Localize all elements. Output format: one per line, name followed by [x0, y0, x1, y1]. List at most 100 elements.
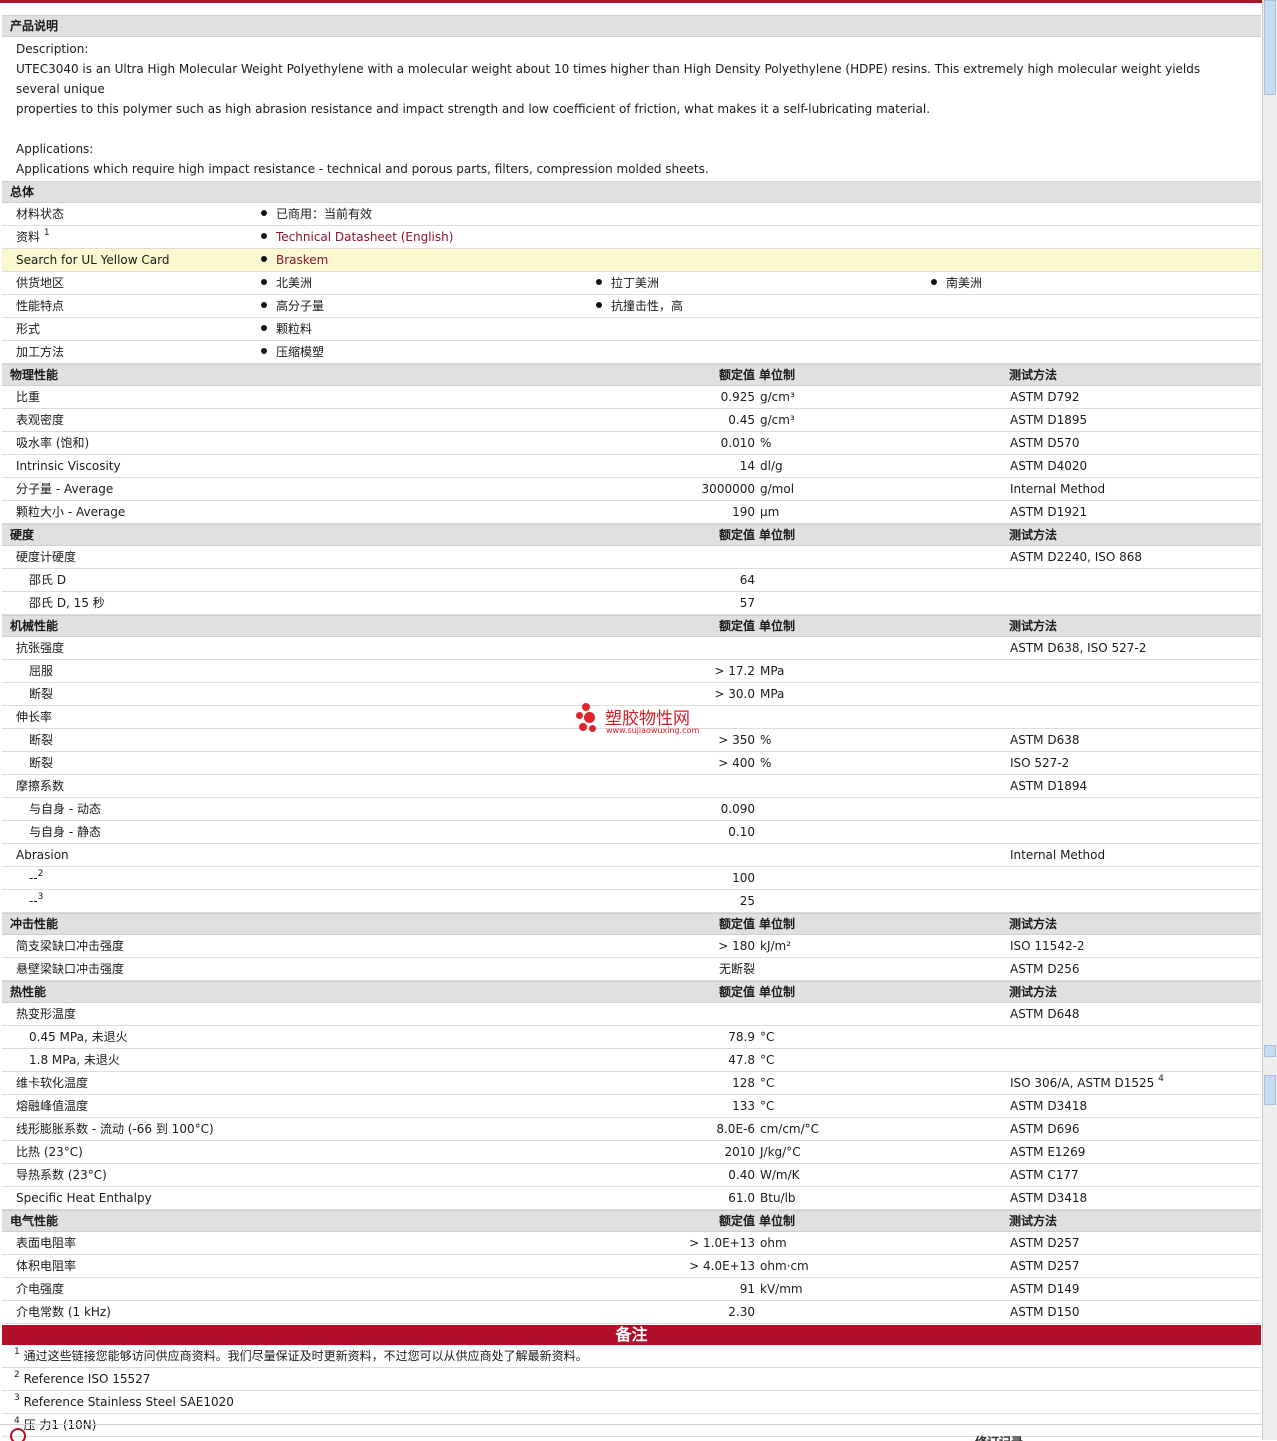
watermark-dots-icon — [576, 703, 604, 735]
test-method: Internal Method — [1010, 844, 1105, 866]
property-name-text: 0.45 MPa, 未退火 — [29, 1030, 128, 1044]
property-label: 材料状态 — [16, 203, 64, 225]
scrollbar-mark — [1264, 1045, 1276, 1057]
property-unit: % — [760, 436, 772, 450]
column-header-value: 额定值 — [718, 368, 755, 382]
property-name: 体积电阻率 — [16, 1255, 76, 1277]
property-unit: °C — [760, 1053, 775, 1067]
property-row: 表面电阻率 > 1.0E+13 ohm ASTM D257 — [2, 1232, 1261, 1255]
general-value-text: 北美洲 — [276, 276, 313, 290]
property-row: 与自身 - 静态 0.10 — [2, 821, 1261, 844]
property-label: 资料 1 — [16, 226, 50, 248]
section-header: 热性能 额定值 单位制 测试方法 — [2, 981, 1261, 1003]
test-method: ASTM D638 — [1010, 729, 1079, 751]
description-line: Description: — [16, 42, 89, 56]
general-value-text: 抗撞击性，高 — [611, 299, 684, 313]
property-label-text: 供货地区 — [16, 276, 65, 290]
general-value-text: 已商用：当前有效 — [276, 207, 373, 221]
property-row: Abrasion Internal Method — [2, 844, 1261, 867]
property-name-text: 邵氏 D, 15 秒 — [29, 596, 105, 610]
general-value[interactable]: Braskem — [261, 249, 328, 271]
property-unit: µm — [760, 505, 780, 519]
vertical-scrollbar[interactable] — [1263, 0, 1277, 1440]
property-name: 介电强度 — [16, 1278, 64, 1300]
test-method-text: ASTM D696 — [1010, 1122, 1080, 1136]
property-name: 与自身 - 动态 — [29, 798, 101, 820]
scrollbar-thumb[interactable] — [1264, 1075, 1276, 1105]
property-name: 颗粒大小 - Average — [16, 501, 125, 523]
test-method: ASTM D257 — [1010, 1255, 1079, 1277]
property-value: 2.30 — [728, 1305, 755, 1319]
general-link[interactable]: Braskem — [276, 253, 328, 267]
test-method: ASTM D638, ISO 527-2 — [1010, 637, 1146, 659]
property-name: --3 — [29, 890, 43, 912]
test-method: Internal Method — [1010, 478, 1105, 500]
property-row: 熔融峰值温度 133 °C ASTM D3418 — [2, 1095, 1261, 1118]
property-row: --3 25 — [2, 890, 1261, 913]
property-name: 屈服 — [29, 660, 53, 682]
property-row: 比重 0.925 g/cm³ ASTM D792 — [2, 386, 1261, 409]
property-value: > 400 — [718, 756, 755, 770]
bullet-icon — [261, 256, 267, 262]
property-name-text: 屈服 — [29, 664, 54, 678]
bullet-icon — [261, 210, 267, 216]
test-method-text: ASTM D1921 — [1010, 505, 1088, 519]
property-name: 比热 (23°C) — [16, 1141, 83, 1163]
test-method-text: ASTM D2240, ISO 868 — [1010, 550, 1143, 564]
property-label-text: 性能特点 — [16, 299, 65, 313]
property-name: 1.8 MPa, 未退火 — [29, 1049, 120, 1071]
section-title: 电气性能 — [10, 1214, 59, 1228]
property-label: 形式 — [16, 318, 40, 340]
property-value: 14 — [739, 459, 755, 473]
section-title: 热性能 — [10, 985, 47, 999]
property-name: Intrinsic Viscosity — [16, 455, 121, 477]
property-name-text: -- — [29, 871, 38, 885]
bullet-icon — [261, 233, 267, 239]
note-item: 1 通过这些链接您能够访问供应商资料。我们尽量保证及时更新资料，不过您可以从供应… — [2, 1345, 1261, 1368]
property-name-text: -- — [29, 894, 38, 908]
property-row: 硬度计硬度 ASTM D2240, ISO 868 — [2, 546, 1261, 569]
general-row: 资料 1 Technical Datasheet (English) — [2, 226, 1261, 249]
property-value: 8.0E-6 — [716, 1122, 755, 1136]
property-name-text: 维卡软化温度 — [16, 1076, 89, 1090]
test-method: ASTM D1894 — [1010, 775, 1087, 797]
column-header-method: 测试方法 — [1009, 528, 1058, 542]
test-method: ISO 11542-2 — [1010, 935, 1085, 957]
property-name: 介电常数 (1 kHz) — [16, 1301, 111, 1323]
column-header-method: 测试方法 — [1009, 917, 1058, 931]
property-name-text: 悬壁梁缺口冲击强度 — [16, 962, 125, 976]
section-header-general: 总体 — [2, 181, 1261, 203]
property-name-text: 介电强度 — [16, 1282, 65, 1296]
property-value: 2010 — [724, 1145, 755, 1159]
general-row: 性能特点 高分子量 抗撞击性，高 — [2, 295, 1261, 318]
property-name-text: 伸长率 — [16, 710, 53, 724]
property-value: 0.40 — [728, 1168, 755, 1182]
property-name: --2 — [29, 867, 43, 889]
column-header-method: 测试方法 — [1009, 985, 1058, 999]
general-row: Search for UL Yellow Card Braskem — [2, 249, 1261, 272]
test-method: ASTM C177 — [1010, 1164, 1079, 1186]
property-name: 与自身 - 静态 — [29, 821, 101, 843]
property-row: 颗粒大小 - Average 190 µm ASTM D1921 — [2, 501, 1261, 524]
property-value: > 180 — [718, 939, 755, 953]
general-value[interactable]: Technical Datasheet (English) — [261, 226, 453, 248]
general-link[interactable]: Technical Datasheet (English) — [276, 230, 453, 244]
column-header-method: 测试方法 — [1009, 1214, 1058, 1228]
general-row: 加工方法 压缩模塑 — [2, 341, 1261, 364]
footer: 修订记录 — [0, 1424, 1262, 1441]
test-method-text: ASTM D149 — [1010, 1282, 1080, 1296]
section-title: 总体 — [10, 185, 35, 199]
property-row: 抗张强度 ASTM D638, ISO 527-2 — [2, 637, 1261, 660]
property-label: 供货地区 — [16, 272, 64, 294]
description-line: Applications: — [16, 142, 94, 156]
test-method: ASTM D256 — [1010, 958, 1079, 980]
notes-header: 备注 — [2, 1325, 1261, 1345]
note-text: 通过这些链接您能够访问供应商资料。我们尽量保证及时更新资料，不过您可以从供应商处… — [23, 1349, 588, 1363]
property-name: 熔融峰值温度 — [16, 1095, 88, 1117]
property-name: 抗张强度 — [16, 637, 64, 659]
property-unit: °C — [760, 1099, 775, 1113]
property-name: 伸长率 — [16, 706, 52, 728]
property-value: 57 — [739, 596, 755, 610]
property-row: 体积电阻率 > 4.0E+13 ohm·cm ASTM D257 — [2, 1255, 1261, 1278]
property-row: 0.45 MPa, 未退火 78.9 °C — [2, 1026, 1261, 1049]
